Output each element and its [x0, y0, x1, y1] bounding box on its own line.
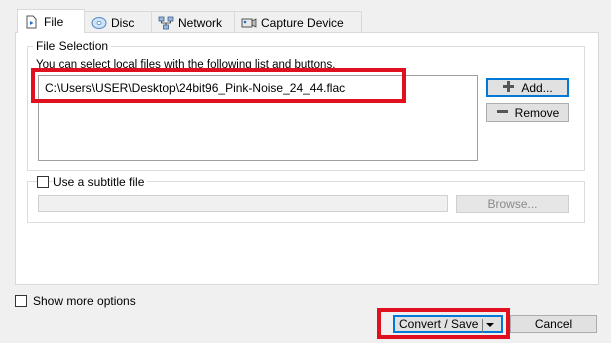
plus-icon	[502, 80, 515, 96]
cancel-button[interactable]: Cancel	[510, 315, 597, 333]
tab-capture-device-label: Capture Device	[261, 15, 344, 30]
dropdown-arrow-icon[interactable]	[486, 323, 494, 327]
disc-icon	[91, 16, 107, 30]
tab-file-label: File	[44, 14, 64, 29]
tab-disc-label: Disc	[111, 15, 135, 30]
remove-button[interactable]: Remove	[486, 103, 569, 122]
list-item[interactable]: C:\Users\USER\Desktop\24bit96_Pink-Noise…	[45, 81, 345, 95]
file-selection-hint: You can select local files with the foll…	[36, 59, 336, 71]
tab-file[interactable]: File	[17, 9, 85, 33]
open-media-dialog: File Disc Network Capture Device File Se…	[0, 0, 611, 343]
subtitle-path-field[interactable]	[38, 195, 448, 212]
browse-button[interactable]: Browse...	[456, 195, 569, 213]
show-more-options-label: Show more options	[33, 294, 136, 308]
cancel-button-label: Cancel	[534, 317, 573, 331]
tab-disc[interactable]: Disc	[84, 11, 152, 33]
split-separator	[482, 319, 483, 333]
remove-button-label: Remove	[514, 105, 560, 120]
add-button[interactable]: Add...	[486, 78, 569, 97]
use-subtitle-label: Use a subtitle file	[53, 175, 148, 189]
show-more-options-checkbox[interactable]	[15, 295, 27, 307]
file-list[interactable]: C:\Users\USER\Desktop\24bit96_Pink-Noise…	[38, 75, 478, 161]
minus-icon	[496, 105, 509, 121]
browse-button-label: Browse...	[487, 197, 538, 211]
capture-device-icon	[241, 16, 257, 30]
tab-bar: File Disc Network Capture Device	[17, 9, 362, 33]
tab-network[interactable]: Network	[151, 11, 235, 33]
file-selection-title: File Selection	[33, 39, 112, 53]
tab-capture-device[interactable]: Capture Device	[234, 11, 362, 33]
convert-save-button-label: Convert / Save	[399, 317, 479, 331]
convert-save-button[interactable]: Convert / Save	[393, 315, 503, 333]
tab-network-label: Network	[178, 15, 223, 30]
file-icon	[24, 15, 38, 29]
use-subtitle-checkbox[interactable]	[37, 176, 49, 188]
network-icon	[158, 16, 174, 30]
add-button-label: Add...	[521, 80, 553, 95]
